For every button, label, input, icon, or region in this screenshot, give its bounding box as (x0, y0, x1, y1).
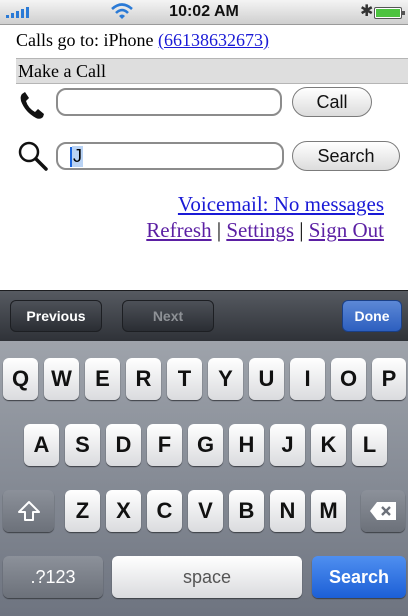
phone-icon (20, 92, 44, 119)
calls-go-to-label: Calls go to: iPhone (16, 30, 159, 50)
delete-key[interactable] (361, 490, 405, 532)
key-r[interactable]: R (126, 358, 161, 400)
key-f[interactable]: F (147, 424, 182, 466)
status-time: 10:02 AM (169, 3, 239, 20)
shift-key[interactable] (3, 490, 54, 532)
key-w[interactable]: W (44, 358, 79, 400)
numbers-key[interactable]: .?123 (3, 556, 103, 598)
key-s[interactable]: S (65, 424, 100, 466)
key-h[interactable]: H (229, 424, 264, 466)
key-b[interactable]: B (229, 490, 264, 532)
key-u[interactable]: U (249, 358, 284, 400)
form-assistant-bar: Previous Next Done (0, 290, 408, 341)
done-button[interactable]: Done (342, 300, 402, 332)
refresh-link[interactable]: Refresh (146, 218, 211, 242)
link-separator: | (216, 218, 222, 242)
settings-link[interactable]: Settings (226, 218, 294, 242)
previous-button[interactable]: Previous (10, 300, 102, 332)
battery-icon (374, 7, 405, 19)
key-y[interactable]: Y (208, 358, 243, 400)
call-number-input[interactable] (56, 88, 282, 116)
key-q[interactable]: Q (3, 358, 38, 400)
forwarding-number-link[interactable]: (66138632673) (158, 30, 269, 50)
key-e[interactable]: E (85, 358, 120, 400)
calls-go-to-line: Calls go to: iPhone (66138632673) (16, 30, 269, 51)
key-i[interactable]: I (290, 358, 325, 400)
key-t[interactable]: T (167, 358, 202, 400)
key-j[interactable]: J (270, 424, 305, 466)
backspace-icon (370, 502, 396, 520)
shift-arrow-icon (17, 501, 40, 521)
key-p[interactable]: P (372, 358, 406, 400)
call-button[interactable]: Call (292, 87, 372, 117)
key-o[interactable]: O (331, 358, 366, 400)
voicemail-link[interactable]: Voicemail: No messages (178, 192, 384, 216)
next-button[interactable]: Next (122, 300, 214, 332)
account-links: Refresh | Settings | Sign Out (146, 218, 384, 243)
section-title: Make a Call (18, 61, 106, 81)
search-button[interactable]: Search (292, 141, 400, 171)
link-separator: | (299, 218, 304, 242)
bluetooth-icon: ✱ (360, 1, 374, 20)
key-v[interactable]: V (188, 490, 223, 532)
status-bar: 10:02 AM ✱ (0, 0, 408, 25)
key-l[interactable]: L (352, 424, 387, 466)
sign-out-link[interactable]: Sign Out (309, 218, 384, 242)
keyboard: Q W E R T Y U I O P A S D F G H J K L Z … (0, 341, 408, 616)
space-key[interactable]: space (112, 556, 302, 598)
search-icon (18, 141, 48, 171)
voicemail-line: Voicemail: No messages (178, 192, 384, 217)
key-d[interactable]: D (106, 424, 141, 466)
key-k[interactable]: K (311, 424, 346, 466)
key-x[interactable]: X (106, 490, 141, 532)
key-c[interactable]: C (147, 490, 182, 532)
key-m[interactable]: M (311, 490, 346, 532)
search-input[interactable]: J (56, 142, 284, 170)
key-g[interactable]: G (188, 424, 223, 466)
key-z[interactable]: Z (65, 490, 100, 532)
key-a[interactable]: A (24, 424, 59, 466)
search-key[interactable]: Search (312, 556, 406, 598)
make-a-call-section-bar: Make a Call (16, 58, 408, 84)
key-n[interactable]: N (270, 490, 305, 532)
